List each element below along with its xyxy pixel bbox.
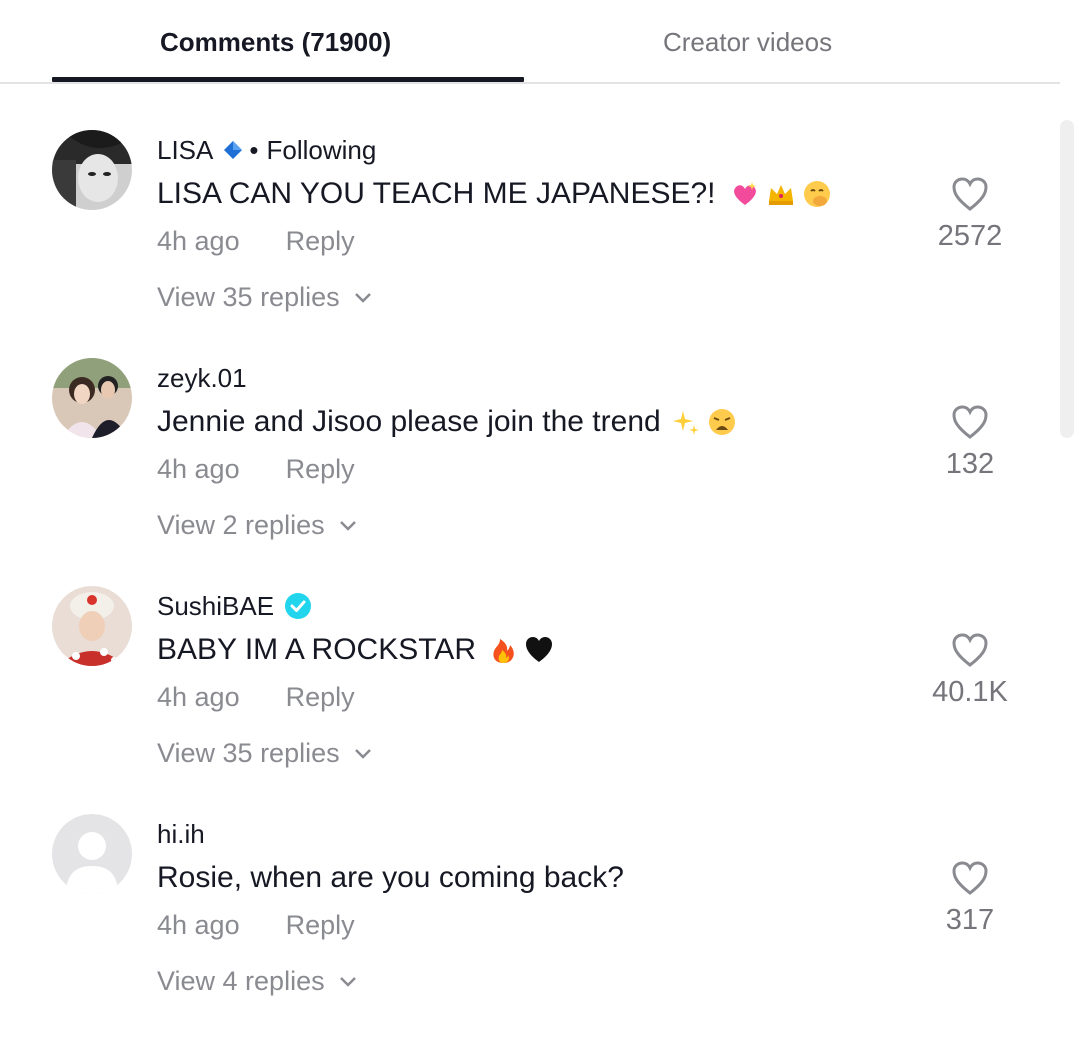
heart-icon[interactable] [951, 632, 989, 668]
username[interactable]: SushiBAE [157, 591, 274, 622]
separator-dot: • [249, 134, 259, 165]
comment-text-content: Rosie, when are you coming back? [157, 861, 624, 894]
tab-creator-videos[interactable]: Creator videos [663, 24, 832, 60]
username-row: LISA • Following [157, 134, 376, 166]
heart-icon[interactable] [951, 404, 989, 440]
avatar[interactable] [52, 358, 132, 438]
black-heart-icon [525, 637, 552, 662]
reply-button[interactable]: Reply [286, 226, 355, 257]
username-row: SushiBAE [157, 590, 312, 622]
heart-icon[interactable] [951, 860, 989, 896]
comment-meta: 4h ago Reply [157, 682, 355, 713]
comment-item: zeyk.01 Jennie and Jisoo please join the… [0, 358, 1060, 586]
comment-item: SushiBAE BABY IM A ROCKSTAR 4h ago Reply… [0, 586, 1060, 814]
username-row: zeyk.01 [157, 362, 247, 394]
chevron-down-icon [354, 748, 371, 759]
view-replies-button[interactable]: View 35 replies [157, 282, 372, 313]
weary-face-icon [708, 409, 735, 435]
timestamp: 4h ago [157, 910, 240, 940]
username[interactable]: hi.ih [157, 819, 205, 850]
reply-button[interactable]: Reply [286, 454, 355, 485]
scrollbar[interactable] [1060, 120, 1074, 438]
username[interactable]: zeyk.01 [157, 363, 247, 394]
view-replies-button[interactable]: View 2 replies [157, 510, 357, 541]
heart-icon[interactable] [951, 176, 989, 212]
comment-meta: 4h ago Reply [157, 910, 355, 941]
comment-text-content: BABY IM A ROCKSTAR [157, 633, 476, 666]
reply-button[interactable]: Reply [286, 910, 355, 941]
like-count: 2572 [937, 220, 1003, 252]
verified-badge-icon [284, 592, 312, 620]
avatar[interactable] [52, 130, 132, 210]
timestamp: 4h ago [157, 226, 240, 256]
comment-item: LISA • Following LISA CAN YOU TEACH ME J… [0, 130, 1060, 358]
timestamp: 4h ago [157, 682, 240, 712]
sparkles-icon [672, 411, 699, 435]
view-replies-label: View 35 replies [157, 282, 340, 312]
chevron-down-icon [354, 292, 371, 303]
like-control: 40.1K [920, 632, 1020, 709]
like-control: 317 [920, 860, 1020, 937]
active-tab-indicator [52, 77, 524, 82]
comment-text-content: Jennie and Jisoo please join the trend [157, 405, 661, 438]
tab-divider [0, 82, 1060, 84]
sparkling-heart-icon [733, 182, 756, 205]
like-control: 2572 [920, 176, 1020, 253]
like-control: 132 [920, 404, 1020, 481]
like-count: 317 [945, 904, 995, 936]
comment-text: Rosie, when are you coming back? [157, 858, 624, 898]
hand-over-mouth-icon [803, 181, 830, 207]
crown-icon [768, 185, 793, 205]
avatar[interactable] [52, 586, 132, 666]
comment-text: BABY IM A ROCKSTAR [157, 630, 554, 670]
view-replies-label: View 2 replies [157, 510, 325, 540]
username-row: hi.ih [157, 818, 205, 850]
blue-diamond-icon [223, 140, 243, 160]
like-count: 132 [945, 448, 995, 480]
chevron-down-icon [339, 976, 356, 987]
comment-meta: 4h ago Reply [157, 226, 355, 257]
comment-item: hi.ih Rosie, when are you coming back? 4… [0, 814, 1060, 1042]
comment-text: LISA CAN YOU TEACH ME JAPANESE?! [157, 174, 832, 214]
timestamp: 4h ago [157, 454, 240, 484]
chevron-down-icon [339, 520, 356, 531]
following-label: Following [266, 134, 377, 165]
avatar[interactable] [52, 814, 132, 894]
view-replies-label: View 4 replies [157, 966, 325, 996]
comment-text: Jennie and Jisoo please join the trend [157, 402, 737, 442]
comment-meta: 4h ago Reply [157, 454, 355, 485]
tab-bar: Comments (71900) Creator videos [0, 0, 1074, 84]
reply-button[interactable]: Reply [286, 682, 355, 713]
tab-comments[interactable]: Comments (71900) [160, 24, 391, 60]
view-replies-button[interactable]: View 35 replies [157, 738, 372, 769]
fire-icon [493, 639, 514, 663]
comment-text-content: LISA CAN YOU TEACH ME JAPANESE?! [157, 177, 716, 210]
like-count: 40.1K [932, 676, 1008, 708]
view-replies-label: View 35 replies [157, 738, 340, 768]
username[interactable]: LISA [157, 135, 213, 166]
view-replies-button[interactable]: View 4 replies [157, 966, 357, 997]
